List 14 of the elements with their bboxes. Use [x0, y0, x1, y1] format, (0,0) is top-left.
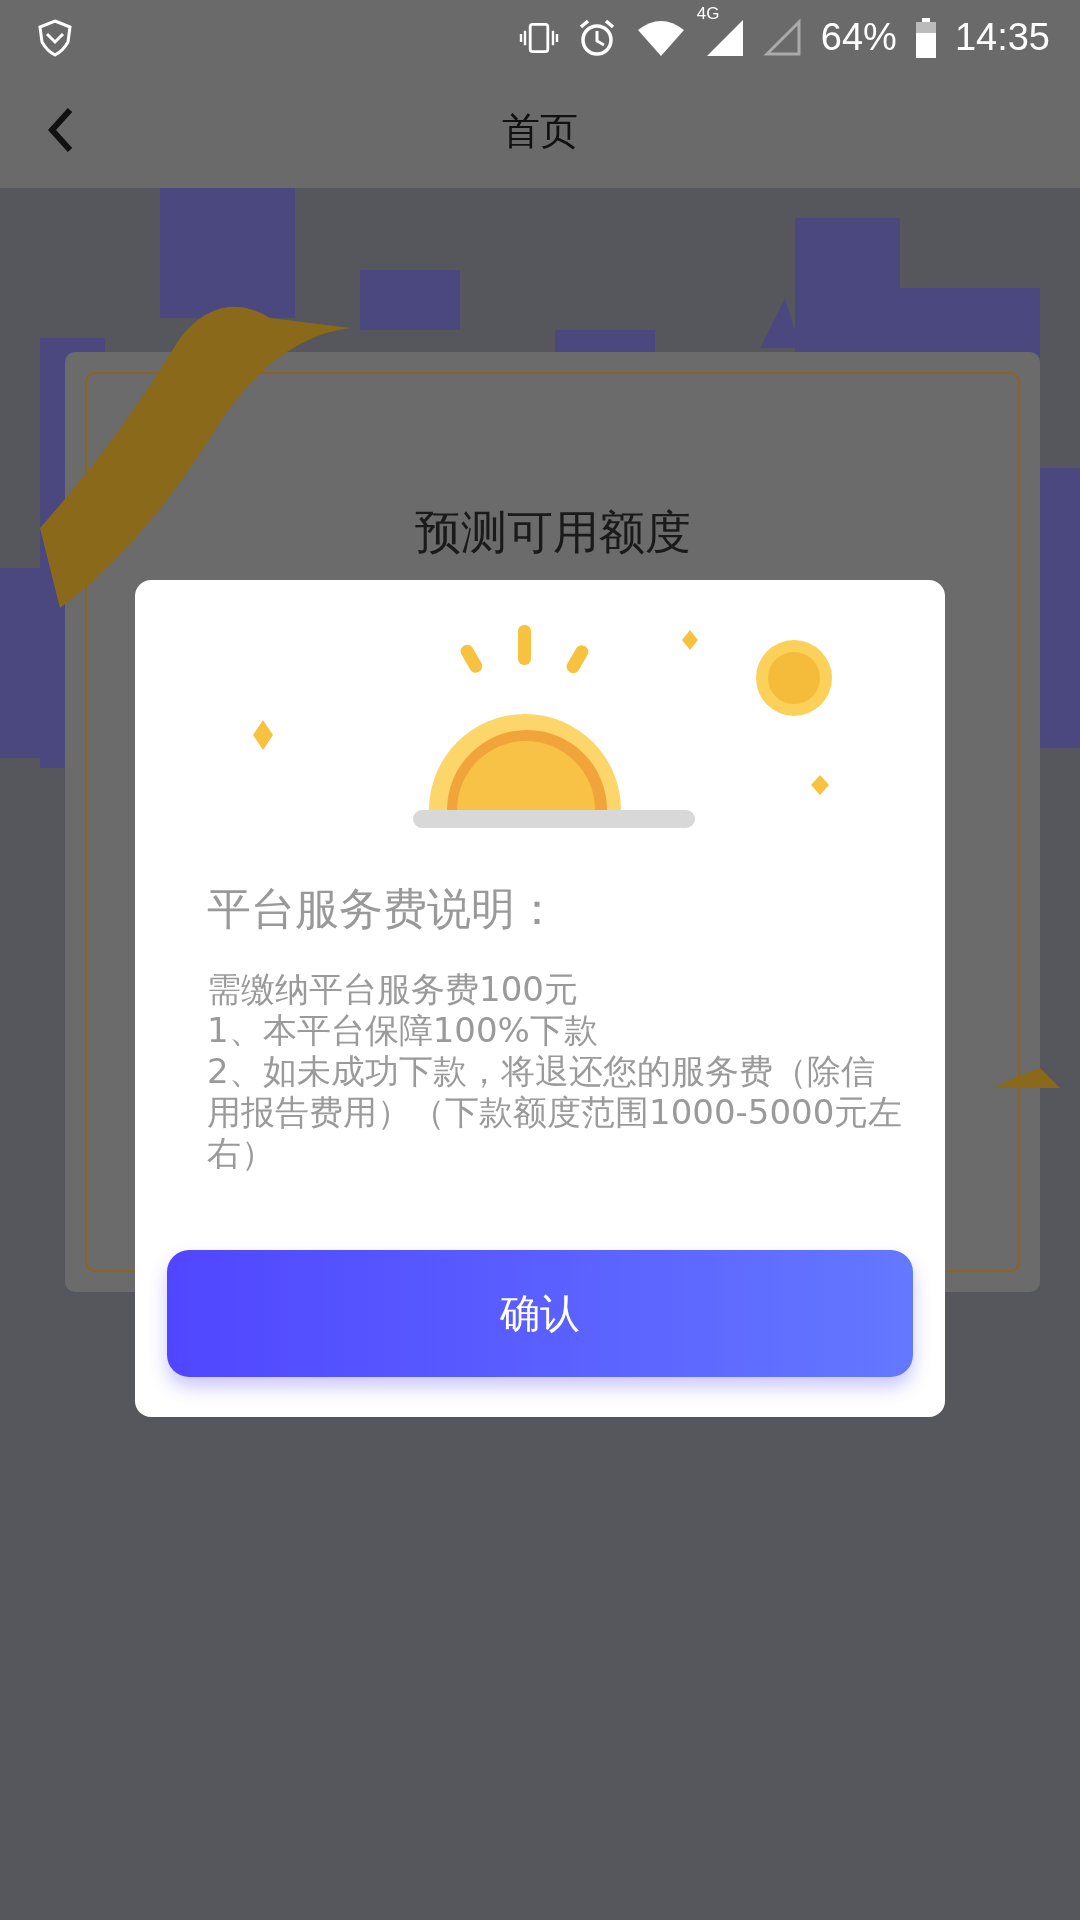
dialog-text: 需缴纳平台服务费100元: [207, 969, 579, 1010]
clock: 14:35: [954, 16, 1050, 59]
network-type: 4G: [696, 3, 720, 24]
dialog-text: 2、如未成功下款，将退还您的服务费（除信用报告费用）（下款额度范围1000-5000元左右）: [207, 1051, 904, 1174]
battery-icon: [914, 17, 937, 58]
signal-icon: [762, 17, 803, 58]
dialog-heading: 平台服务费说明：: [207, 882, 560, 936]
back-icon[interactable]: [45, 105, 75, 155]
dialog-text: 1、本平台保障100%下款: [207, 1010, 599, 1051]
shield-icon: [35, 17, 75, 58]
battery-percent: 64%: [820, 16, 897, 59]
confirm-button[interactable]: 确认: [167, 1250, 913, 1377]
card-title: 预测可用额度: [413, 504, 692, 561]
page-title: 首页: [502, 108, 578, 155]
